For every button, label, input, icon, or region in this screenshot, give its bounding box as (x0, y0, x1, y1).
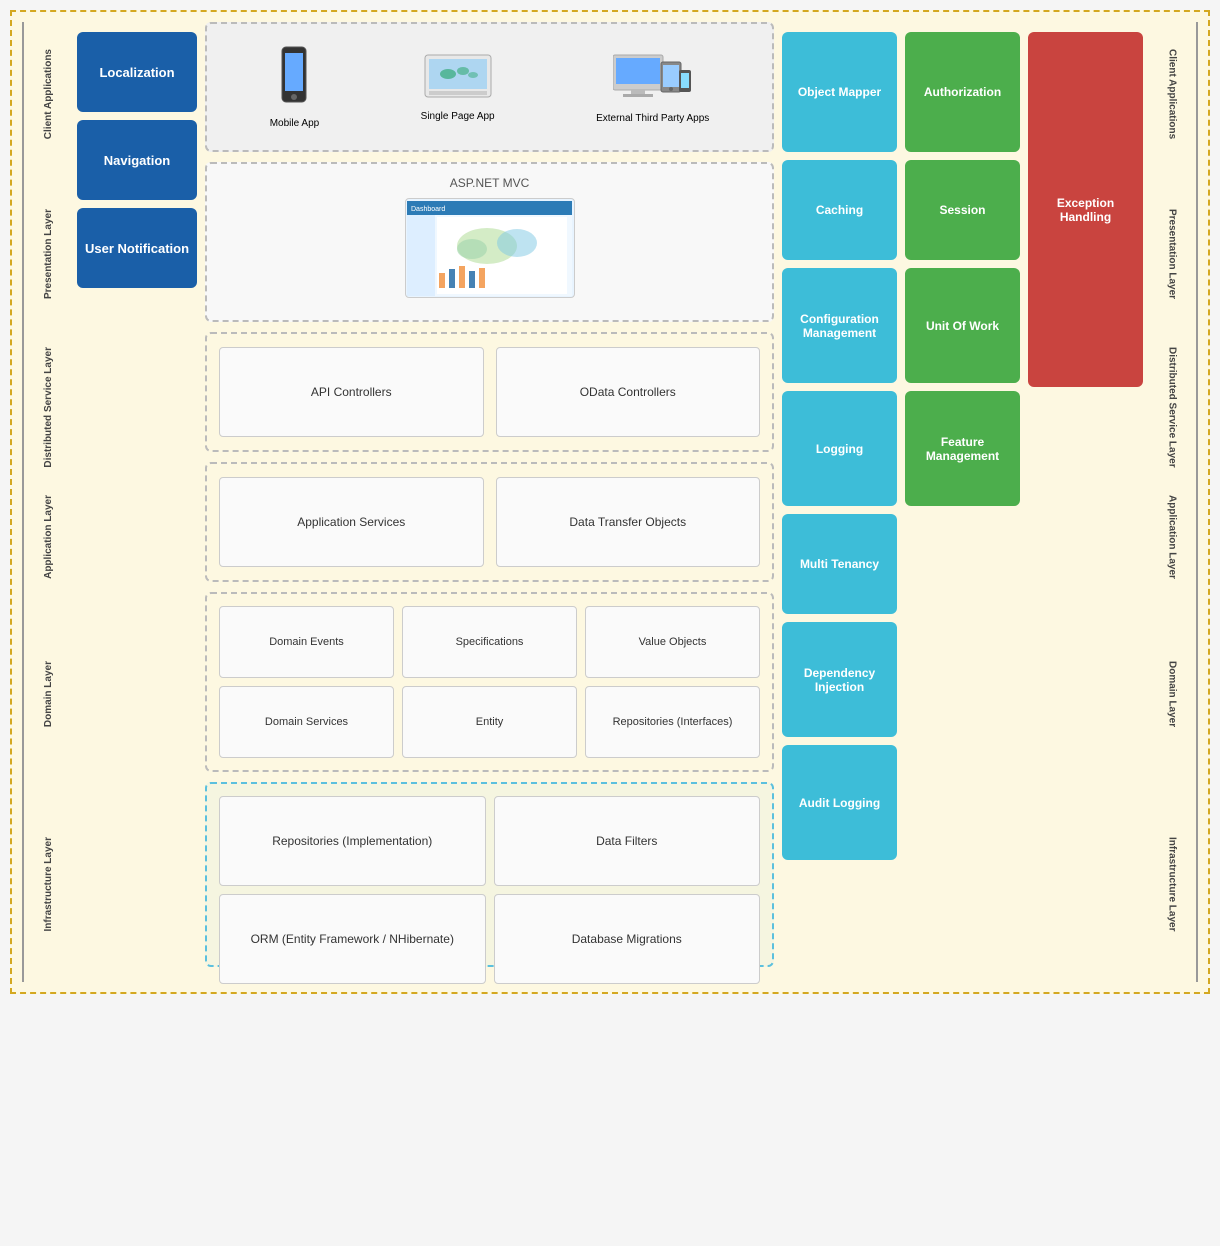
domain-row2: Domain Services Entity Repositories (Int… (219, 686, 760, 758)
feature-management-card: Feature Management (905, 391, 1020, 506)
infra-row2: ORM (Entity Framework / NHibernate) Data… (219, 894, 760, 984)
api-controllers-box: API Controllers (219, 347, 484, 437)
spa-icon (423, 53, 493, 103)
multi-tenancy-card: Multi Tenancy (782, 514, 897, 614)
left-label-infrastructure: Infrastructure Layer (22, 787, 72, 982)
database-migrations-box: Database Migrations (494, 894, 761, 984)
external-apps-label: External Third Party Apps (596, 113, 709, 124)
content-area: Localization Navigation User Notificatio… (77, 22, 1143, 982)
left-label-domain: Domain Layer (22, 602, 72, 787)
layers-column: Mobile App Single Page App (205, 22, 774, 982)
mobile-app-label: Mobile App (270, 118, 319, 129)
mvc-chart: Dashboard (407, 201, 572, 296)
orm-box: ORM (Entity Framework / NHibernate) (219, 894, 486, 984)
left-label-application: Application Layer (22, 472, 72, 602)
external-apps-icon (613, 50, 693, 105)
data-filters-box: Data Filters (494, 796, 761, 886)
left-labels: Client Applications Presentation Layer D… (22, 22, 72, 982)
caching-card: Caching (782, 160, 897, 260)
red-column: Exception Handling (1028, 22, 1143, 982)
domain-layer: Domain Events Specifications Value Objec… (205, 592, 774, 772)
configuration-management-card: Configuration Management (782, 268, 897, 383)
specifications-box: Specifications (402, 606, 577, 678)
localization-card: Localization (77, 32, 197, 112)
domain-events-box: Domain Events (219, 606, 394, 678)
left-label-distributed: Distributed Service Layer (22, 342, 72, 472)
spa-label: Single Page App (421, 111, 495, 122)
left-blue-column: Localization Navigation User Notificatio… (77, 22, 197, 982)
cyan-column: Object Mapper Caching Configuration Mana… (782, 22, 897, 982)
presentation-layer: ASP.NET MVC Dashboard (205, 162, 774, 322)
mvc-screenshot: Dashboard (405, 198, 575, 298)
entity-box: Entity (402, 686, 577, 758)
right-label-application: Application Layer (1148, 472, 1198, 602)
right-label-client-apps: Client Applications (1148, 22, 1198, 167)
data-transfer-objects-box: Data Transfer Objects (496, 477, 761, 567)
dependency-injection-card: Dependency Injection (782, 622, 897, 737)
right-label-domain: Domain Layer (1148, 602, 1198, 787)
repositories-interfaces-box: Repositories (Interfaces) (585, 686, 760, 758)
unit-of-work-card: Unit Of Work (905, 268, 1020, 383)
object-mapper-card: Object Mapper (782, 32, 897, 152)
repositories-impl-box: Repositories (Implementation) (219, 796, 486, 886)
user-notification-card: User Notification (77, 208, 197, 288)
session-card: Session (905, 160, 1020, 260)
authorization-card: Authorization (905, 32, 1020, 152)
value-objects-box: Value Objects (585, 606, 760, 678)
distributed-layer: API Controllers OData Controllers (205, 332, 774, 452)
infrastructure-layer: Repositories (Implementation) Data Filte… (205, 782, 774, 967)
navigation-card: Navigation (77, 120, 197, 200)
mvc-label: ASP.NET MVC (450, 176, 530, 190)
infra-row1: Repositories (Implementation) Data Filte… (219, 796, 760, 886)
mobile-icon (274, 45, 314, 110)
domain-row1: Domain Events Specifications Value Objec… (219, 606, 760, 678)
application-services-box: Application Services (219, 477, 484, 567)
external-apps-item: External Third Party Apps (596, 50, 709, 124)
domain-services-box: Domain Services (219, 686, 394, 758)
spa-item: Single Page App (421, 53, 495, 122)
application-layer: Application Services Data Transfer Objec… (205, 462, 774, 582)
svg-text:Dashboard: Dashboard (411, 206, 445, 213)
exception-handling-card: Exception Handling (1028, 32, 1143, 387)
mobile-app-item: Mobile App (270, 45, 319, 129)
right-label-presentation: Presentation Layer (1148, 167, 1198, 342)
logging-card: Logging (782, 391, 897, 506)
audit-logging-card: Audit Logging (782, 745, 897, 860)
green-column: Authorization Session Unit Of Work Featu… (905, 22, 1020, 982)
left-label-presentation: Presentation Layer (22, 167, 72, 342)
right-label-distributed: Distributed Service Layer (1148, 342, 1198, 472)
right-label-infrastructure: Infrastructure Layer (1148, 787, 1198, 982)
main-diagram: Client Applications Presentation Layer D… (10, 10, 1210, 994)
odata-controllers-box: OData Controllers (496, 347, 761, 437)
left-label-client-apps: Client Applications (22, 22, 72, 167)
client-apps-layer: Mobile App Single Page App (205, 22, 774, 152)
right-labels: Client Applications Presentation Layer D… (1148, 22, 1198, 982)
